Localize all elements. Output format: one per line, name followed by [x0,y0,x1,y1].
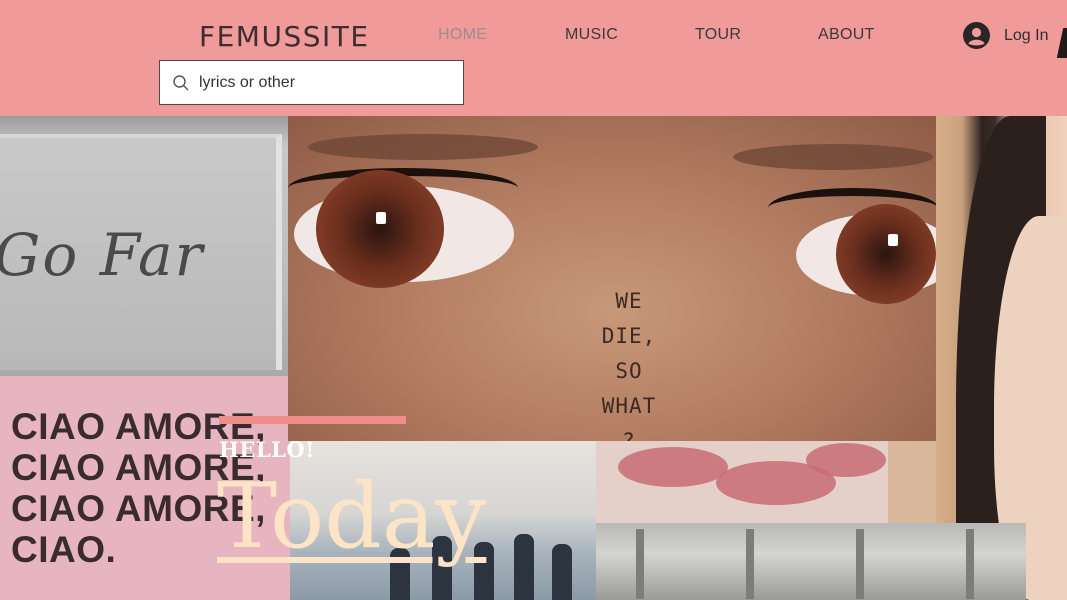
face-text: WE DIE, SO WHAT ? [584,284,674,441]
search-box[interactable] [159,60,464,105]
hero-headline-link[interactable]: Today [217,472,486,562]
face-text-line: ? [622,429,636,441]
search-icon [173,74,189,90]
login-label: Log In [1004,26,1049,44]
face-text-line: SO [615,359,643,383]
machine-bar [636,529,644,599]
figure [552,544,572,600]
hero-eyebrow: HELLO! [219,437,315,462]
left-eyebrow [308,134,538,160]
machine-bar [746,529,754,599]
lip-print [618,447,728,487]
left-eye-glint [376,212,386,224]
hero-collage: Go Far CIAO AMORE, CIAO AMORE, CIAO AMOR… [0,116,1067,600]
face-text-line: WHAT [601,394,657,418]
lip-print [806,443,886,477]
left-iris [316,170,444,288]
machine-bar [966,529,974,599]
accent-divider [219,416,406,424]
nav-music[interactable]: MUSIC [565,26,618,44]
nav-about[interactable]: ABOUT [818,26,875,44]
figure [514,534,534,600]
sign-text: Go Far [0,221,205,289]
lipstick-kisses-image [596,441,888,523]
right-eyebrow [733,144,933,170]
main-nav: HOME MUSIC TOUR ABOUT [0,26,1067,46]
nav-tour[interactable]: TOUR [695,26,741,44]
right-eye-glint [888,234,898,246]
machinery-image [596,523,1026,600]
site-header: FEMUSSITE HOME MUSIC TOUR ABOUT Log In [0,0,1067,116]
nav-home[interactable]: HOME [438,26,487,44]
face-text-line: WE DIE, [601,289,657,348]
search-input[interactable] [199,73,449,92]
go-far-sign-image: Go Far [0,116,288,376]
login-button[interactable]: Log In [963,22,1048,49]
eyes-closeup-image: WE DIE, SO WHAT ? [288,116,936,441]
right-iris [836,204,936,304]
machine-bar [856,529,864,599]
user-avatar-icon [963,22,990,49]
